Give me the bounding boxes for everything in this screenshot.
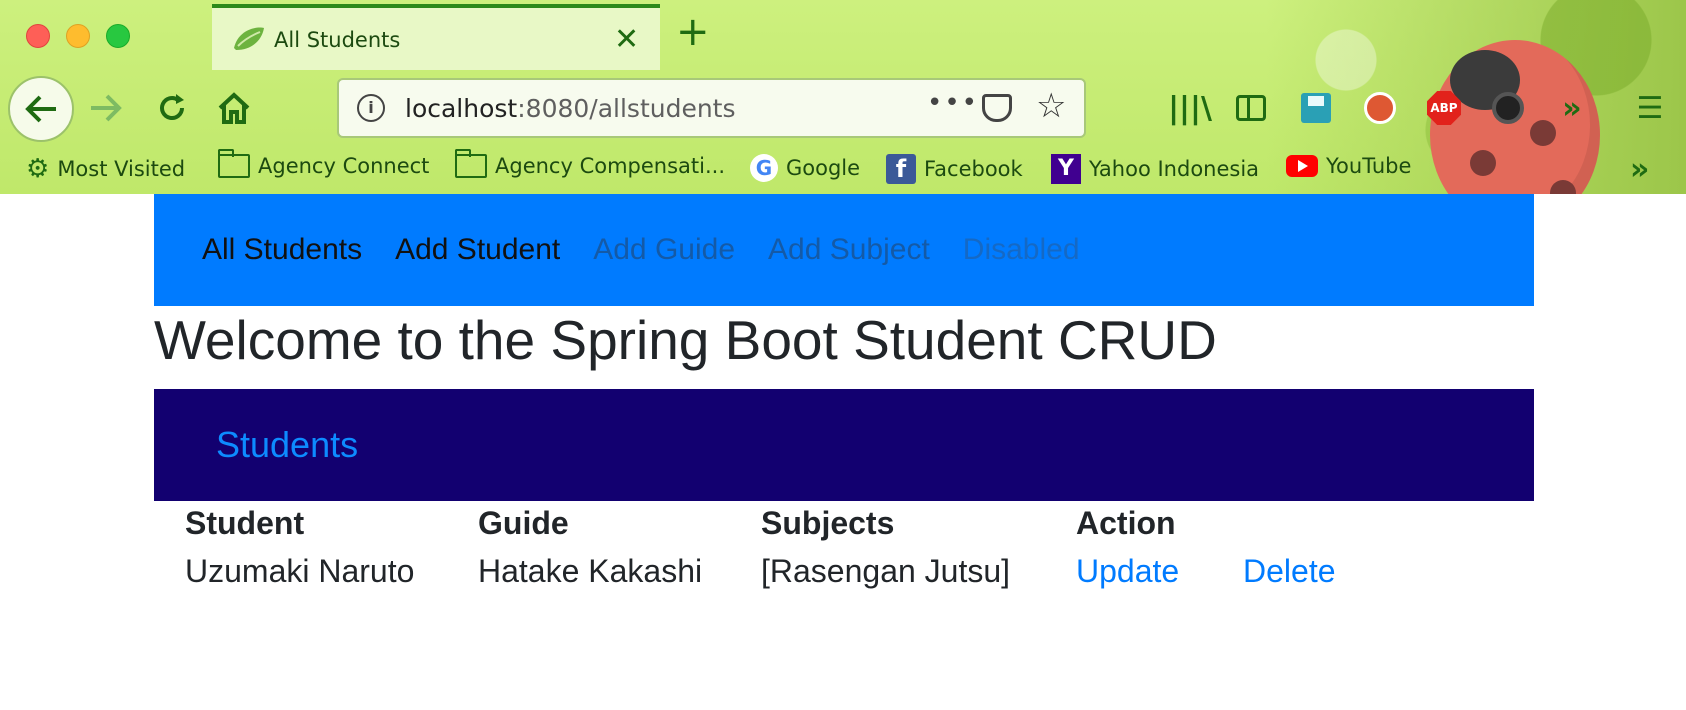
cell-subjects: [Rasengan Jutsu] — [761, 553, 1011, 589]
update-link[interactable]: Update — [1076, 553, 1179, 590]
more-actions-icon[interactable]: ••• — [927, 88, 979, 118]
camera-extension-icon[interactable] — [1490, 88, 1526, 128]
facebook-icon: f — [886, 154, 916, 184]
pocket-icon[interactable] — [982, 94, 1012, 122]
bookmark-youtube[interactable]: YouTube — [1286, 154, 1411, 178]
youtube-icon — [1286, 155, 1318, 177]
home-button[interactable] — [214, 86, 254, 130]
sidebar-icon[interactable] — [1233, 88, 1269, 128]
new-tab-button[interactable]: + — [676, 12, 710, 52]
arrow-right-icon — [91, 94, 122, 122]
spring-leaf-icon — [234, 27, 264, 50]
delete-link[interactable]: Delete — [1243, 553, 1336, 590]
students-table: Student Guide Subjects Action Uzumaki Na… — [154, 505, 1534, 601]
folder-icon — [218, 149, 250, 178]
overflow-chevron-icon[interactable]: » — [1554, 88, 1590, 128]
bookmark-most-visited[interactable]: ⚙ Most Visited — [26, 154, 185, 184]
info-icon[interactable]: i — [357, 94, 385, 122]
reload-icon — [160, 94, 184, 120]
back-button[interactable] — [8, 76, 74, 142]
reload-button[interactable] — [152, 86, 192, 130]
section-title: Students — [216, 424, 359, 465]
nav-add-guide[interactable]: Add Guide — [593, 233, 735, 267]
close-window-button[interactable] — [26, 24, 50, 48]
save-extension-icon[interactable] — [1298, 88, 1334, 128]
header-subjects: Subjects — [761, 505, 895, 541]
library-icon[interactable]: |||\ — [1168, 88, 1212, 128]
header-student: Student — [185, 505, 305, 541]
tab-all-students[interactable]: All Students ✕ — [212, 4, 660, 70]
yahoo-icon: Y — [1051, 154, 1081, 184]
top-navbar: All Students Add Student Add Guide Add S… — [154, 194, 1534, 306]
tab-close-icon[interactable]: ✕ — [614, 22, 639, 57]
cell-student: Uzumaki Naruto — [185, 553, 415, 589]
home-icon — [218, 92, 250, 124]
bookmark-star-icon[interactable]: ☆ — [1036, 86, 1066, 126]
nav-add-subject[interactable]: Add Subject — [768, 233, 930, 267]
arrow-left-icon — [25, 95, 56, 123]
zoom-window-button[interactable] — [106, 24, 130, 48]
address-bar[interactable]: i localhost:8080/allstudents ••• ☆ — [337, 78, 1086, 138]
bookmarks-toolbar: ⚙ Most Visited Agency Connect Agency Com… — [0, 149, 1686, 190]
bookmark-agency-compensation[interactable]: Agency Compensati... — [455, 149, 725, 178]
hamburger-menu-icon[interactable]: ☰ — [1632, 88, 1668, 128]
cell-guide: Hatake Kakashi — [478, 553, 703, 589]
gear-icon: ⚙ — [26, 154, 50, 184]
nav-all-students[interactable]: All Students — [202, 233, 362, 267]
nav-disabled: Disabled — [962, 233, 1080, 266]
forward-button[interactable] — [86, 86, 126, 130]
url-text[interactable]: localhost:8080/allstudents — [405, 94, 736, 123]
folder-icon — [455, 149, 487, 178]
bookmark-yahoo-indonesia[interactable]: Y Yahoo Indonesia — [1051, 154, 1259, 184]
bookmarks-overflow-icon[interactable]: » — [1630, 152, 1649, 187]
browser-chrome: All Students ✕ + i localhost:8080/allstu… — [0, 0, 1686, 194]
page-title: Welcome to the Spring Boot Student CRUD — [154, 309, 1217, 371]
table-header-row: Student Guide Subjects Action — [154, 505, 1534, 553]
header-guide: Guide — [478, 505, 569, 541]
google-icon: G — [750, 154, 778, 182]
adblock-plus-icon[interactable]: ABP — [1426, 88, 1462, 128]
duckduckgo-icon[interactable] — [1362, 88, 1398, 128]
header-action: Action — [1076, 505, 1176, 541]
table-row: Uzumaki Naruto Hatake Kakashi [Rasengan … — [154, 553, 1534, 601]
bookmark-google[interactable]: G Google — [750, 154, 860, 182]
tab-title: All Students — [274, 28, 401, 52]
minimize-window-button[interactable] — [66, 24, 90, 48]
nav-add-student[interactable]: Add Student — [395, 233, 560, 267]
bookmark-agency-connect[interactable]: Agency Connect — [218, 149, 429, 178]
students-section-header: Students — [154, 389, 1534, 501]
bookmark-facebook[interactable]: f Facebook — [886, 154, 1023, 184]
